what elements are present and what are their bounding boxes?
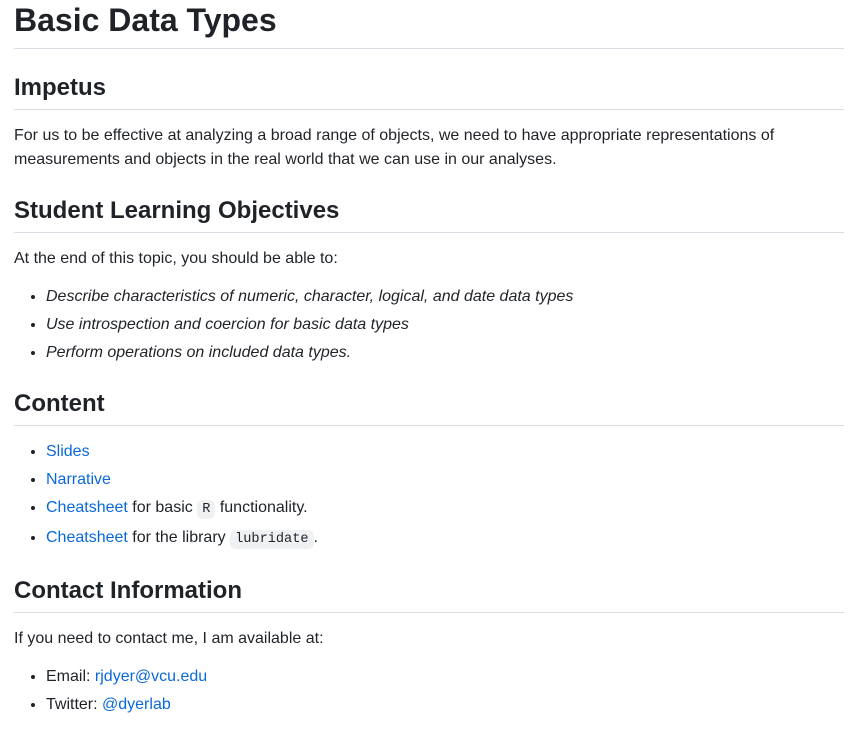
contact-intro: If you need to contact me, I am availabl… — [14, 630, 324, 647]
objective-item: Perform operations on included data type… — [46, 341, 844, 365]
twitter-link[interactable]: @dyerlab — [102, 696, 171, 713]
content-item-lubridate-cheatsheet: Cheatsheet for the library lubridate. — [46, 526, 844, 552]
impetus-heading: Impetus — [14, 73, 844, 110]
contact-item-email: Email: rjdyer@vcu.edu — [46, 665, 844, 689]
inline-code: lubridate — [230, 530, 314, 549]
objective-item: Use introspection and coercion for basic… — [46, 313, 844, 337]
objectives-intro: At the end of this topic, you should be … — [14, 250, 338, 267]
slides-link[interactable]: Slides — [46, 443, 90, 460]
item-text: for basic — [127, 499, 198, 516]
contact-item-twitter: Twitter: @dyerlab — [46, 693, 844, 717]
item-text: for the library — [127, 529, 231, 546]
impetus-paragraph: For us to be effective at analyzing a br… — [14, 127, 775, 168]
contact-heading: Contact Information — [14, 576, 844, 613]
item-text: functionality. — [215, 499, 308, 516]
objectives-list: Describe characteristics of numeric, cha… — [14, 285, 844, 365]
inline-code: R — [197, 500, 216, 519]
r-cheatsheet-link[interactable]: Cheatsheet — [46, 499, 128, 516]
content-list: Slides Narrative Cheatsheet for basic R … — [14, 440, 844, 552]
content-item-r-cheatsheet: Cheatsheet for basic R functionality. — [46, 496, 844, 522]
email-link[interactable]: rjdyer@vcu.edu — [95, 668, 207, 685]
narrative-link[interactable]: Narrative — [46, 471, 111, 488]
lubridate-cheatsheet-link[interactable]: Cheatsheet — [46, 529, 128, 546]
objectives-heading: Student Learning Objectives — [14, 196, 844, 233]
twitter-label: Twitter: — [46, 696, 103, 713]
page-title: Basic Data Types — [14, 0, 844, 49]
content-item-narrative: Narrative — [46, 468, 844, 492]
objective-item: Describe characteristics of numeric, cha… — [46, 285, 844, 309]
item-text: . — [313, 529, 318, 546]
readme-document: Basic Data Types Impetus For us to be ef… — [0, 0, 860, 717]
content-heading: Content — [14, 389, 844, 426]
email-label: Email: — [46, 668, 95, 685]
content-item-slides: Slides — [46, 440, 844, 464]
contact-list: Email: rjdyer@vcu.edu Twitter: @dyerlab — [14, 665, 844, 717]
